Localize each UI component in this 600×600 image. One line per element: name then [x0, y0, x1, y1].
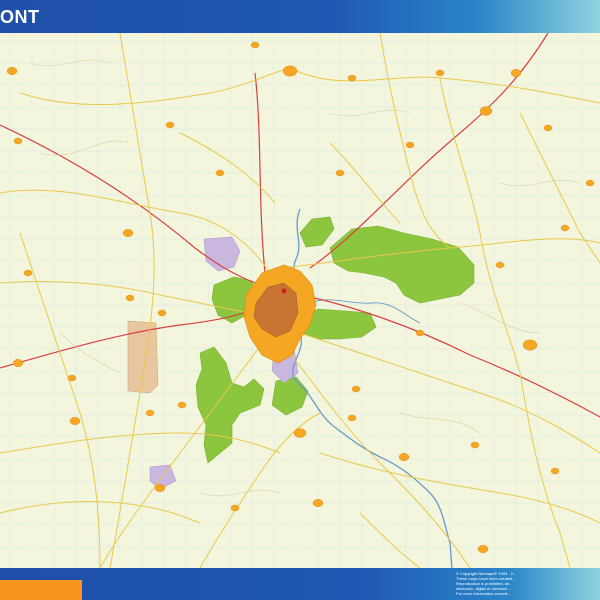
town-marker: [69, 417, 81, 425]
map-title: ONT: [0, 7, 40, 27]
town-marker: [550, 467, 560, 475]
town-marker: [165, 121, 175, 129]
town-marker: [477, 545, 489, 553]
town-marker: [122, 229, 134, 237]
town-marker: [585, 179, 595, 187]
city-marker-icon: [281, 288, 287, 294]
town-marker: [312, 499, 324, 507]
city-map[interactable]: [0, 33, 600, 568]
town-marker: [495, 261, 505, 269]
town-marker: [12, 359, 24, 367]
town-marker: [351, 385, 361, 393]
town-marker: [154, 484, 166, 492]
town-marker: [282, 65, 298, 77]
town-marker: [6, 67, 18, 75]
header-banner: ONT: [0, 0, 600, 33]
town-marker: [157, 309, 167, 317]
town-marker: [67, 374, 77, 382]
town-marker: [13, 137, 23, 145]
town-marker: [415, 329, 425, 337]
town-marker: [560, 224, 570, 232]
town-marker: [293, 428, 307, 438]
town-marker: [479, 106, 493, 116]
town-marker: [250, 41, 260, 49]
town-marker: [230, 504, 240, 512]
town-marker: [335, 169, 345, 177]
town-marker: [347, 74, 357, 82]
town-marker: [435, 69, 445, 77]
town-marker: [23, 269, 33, 277]
town-marker: [405, 141, 415, 149]
footer-tab: [0, 580, 82, 600]
town-marker: [177, 401, 187, 409]
town-marker: [510, 69, 522, 77]
town-marker: [215, 169, 225, 177]
map-frame: ONT © Copyright Netmaps® 1993 - 2... The…: [0, 0, 600, 600]
copyright-notice: © Copyright Netmaps® 1993 - 2... These m…: [456, 571, 596, 596]
town-marker: [398, 453, 410, 461]
town-marker: [543, 124, 553, 132]
town-marker: [522, 339, 538, 351]
copyright-line: For more information consult:...: [456, 591, 512, 596]
town-marker: [145, 409, 155, 417]
town-marker: [125, 294, 135, 302]
town-marker: [470, 441, 480, 449]
town-marker: [347, 414, 357, 422]
airfield: [127, 320, 159, 394]
